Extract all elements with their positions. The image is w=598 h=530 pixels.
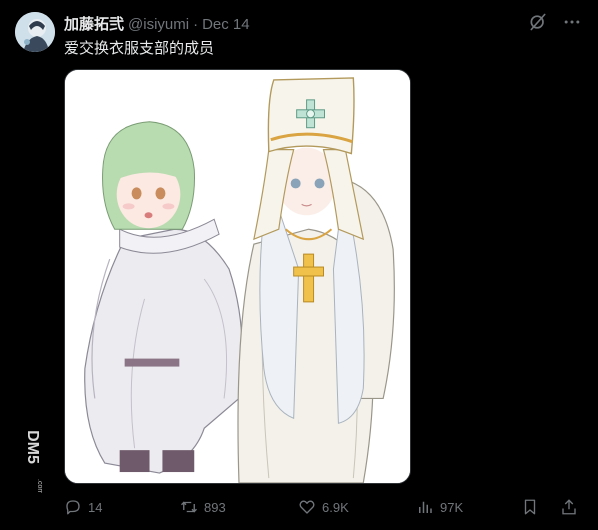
tweet-image[interactable] — [64, 69, 411, 484]
like-button[interactable]: 6.9K — [298, 498, 349, 516]
repost-button[interactable]: 893 — [180, 498, 226, 516]
timestamp[interactable]: Dec 14 — [202, 16, 250, 33]
illustration — [65, 70, 410, 483]
views-icon — [419, 501, 432, 513]
avatar[interactable] — [15, 12, 55, 52]
like-count: 6.9K — [322, 499, 349, 515]
watermark-logo: DM5 .com — [24, 430, 43, 493]
handle[interactable]: @isiyumi — [128, 16, 189, 33]
separator: · — [193, 16, 199, 33]
display-name[interactable]: 加藤拓弐 — [64, 13, 124, 34]
svg-text:DM5: DM5 — [24, 430, 41, 464]
header-actions — [528, 12, 582, 32]
avatar-image — [15, 12, 55, 52]
reply-button[interactable]: 14 — [64, 498, 102, 516]
views-count: 97K — [440, 499, 464, 515]
views-button[interactable]: 97K — [416, 498, 463, 516]
bookmark-button[interactable] — [521, 498, 539, 516]
svg-text:.com: .com — [36, 479, 43, 493]
repost-icon — [181, 501, 197, 513]
repost-count: 893 — [204, 499, 226, 515]
share-icon — [562, 499, 576, 515]
tweet: 加藤拓弐 @isiyumi · Dec 14 爱交换衣服支部的成员 DM5 .c… — [0, 0, 598, 530]
tweet-text: 爱交换衣服支部的成员 — [64, 39, 215, 57]
grok-icon[interactable] — [528, 12, 548, 32]
bookmark-icon — [524, 499, 536, 515]
action-bar: 14 893 6.9K 97K — [64, 498, 584, 520]
reply-icon — [66, 500, 80, 515]
tweet-header: 加藤拓弐 @isiyumi · Dec 14 — [64, 13, 250, 34]
more-horizontal-icon[interactable] — [562, 12, 582, 32]
share-button[interactable] — [560, 498, 578, 516]
heart-icon — [299, 500, 315, 514]
reply-count: 14 — [88, 499, 103, 515]
